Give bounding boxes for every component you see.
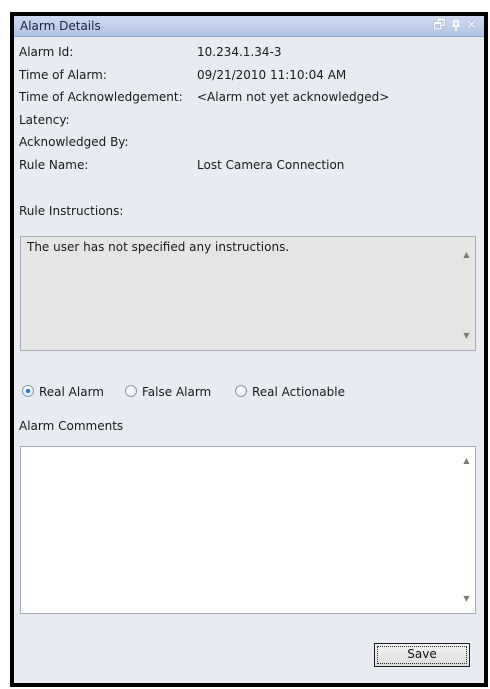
rule-instructions-scrollbar[interactable]: ▲ ▼ bbox=[458, 237, 475, 350]
radio-real-alarm-label: Real Alarm bbox=[39, 385, 104, 399]
scroll-up-icon[interactable]: ▲ bbox=[458, 247, 475, 263]
restore-icon[interactable]: 🗗 bbox=[432, 17, 447, 34]
alarm-id-label: Alarm Id: bbox=[19, 45, 74, 59]
scroll-down-icon[interactable]: ▼ bbox=[458, 328, 475, 344]
rule-name-value: Lost Camera Connection bbox=[197, 158, 345, 172]
rule-instructions-box[interactable]: The user has not specified any instructi… bbox=[20, 236, 476, 351]
latency-label: Latency: bbox=[19, 113, 70, 127]
rule-instructions-label: Rule Instructions: bbox=[19, 204, 124, 218]
save-button-label: Save bbox=[407, 647, 437, 661]
alarm-comments-scrollbar[interactable]: ▲ ▼ bbox=[458, 447, 475, 613]
time-of-acknowledgement-value: <Alarm not yet acknowledged> bbox=[197, 90, 390, 104]
scroll-down-icon[interactable]: ▼ bbox=[458, 591, 475, 607]
alarm-details-panel: Alarm Details 🗗 ✕ Alarm Id: 10.234.1.34-… bbox=[14, 16, 484, 683]
scroll-up-icon[interactable]: ▲ bbox=[458, 453, 475, 469]
alarm-comments-label: Alarm Comments bbox=[19, 419, 124, 433]
radio-unchecked-icon[interactable] bbox=[235, 385, 247, 397]
radio-real-actionable-label: Real Actionable bbox=[252, 385, 345, 399]
time-of-alarm-label: Time of Alarm: bbox=[19, 68, 107, 82]
rule-name-label: Rule Name: bbox=[19, 158, 89, 172]
panel-title: Alarm Details bbox=[20, 19, 101, 33]
save-button[interactable]: Save bbox=[374, 643, 470, 667]
time-of-alarm-value: 09/21/2010 11:10:04 AM bbox=[197, 68, 347, 82]
radio-false-alarm-label: False Alarm bbox=[142, 385, 212, 399]
alarm-id-value: 10.234.1.34-3 bbox=[197, 45, 282, 59]
alarm-comments-input[interactable]: ▲ ▼ bbox=[20, 446, 476, 614]
acknowledged-by-label: Acknowledged By: bbox=[19, 135, 129, 149]
radio-checked-icon[interactable] bbox=[22, 385, 34, 397]
radio-unchecked-icon[interactable] bbox=[125, 385, 137, 397]
panel-titlebar: Alarm Details 🗗 ✕ bbox=[14, 16, 484, 37]
time-of-acknowledgement-label: Time of Acknowledgement: bbox=[19, 90, 183, 104]
pin-icon[interactable] bbox=[448, 17, 463, 34]
rule-instructions-text: The user has not specified any instructi… bbox=[27, 240, 290, 254]
close-icon[interactable]: ✕ bbox=[464, 17, 479, 34]
